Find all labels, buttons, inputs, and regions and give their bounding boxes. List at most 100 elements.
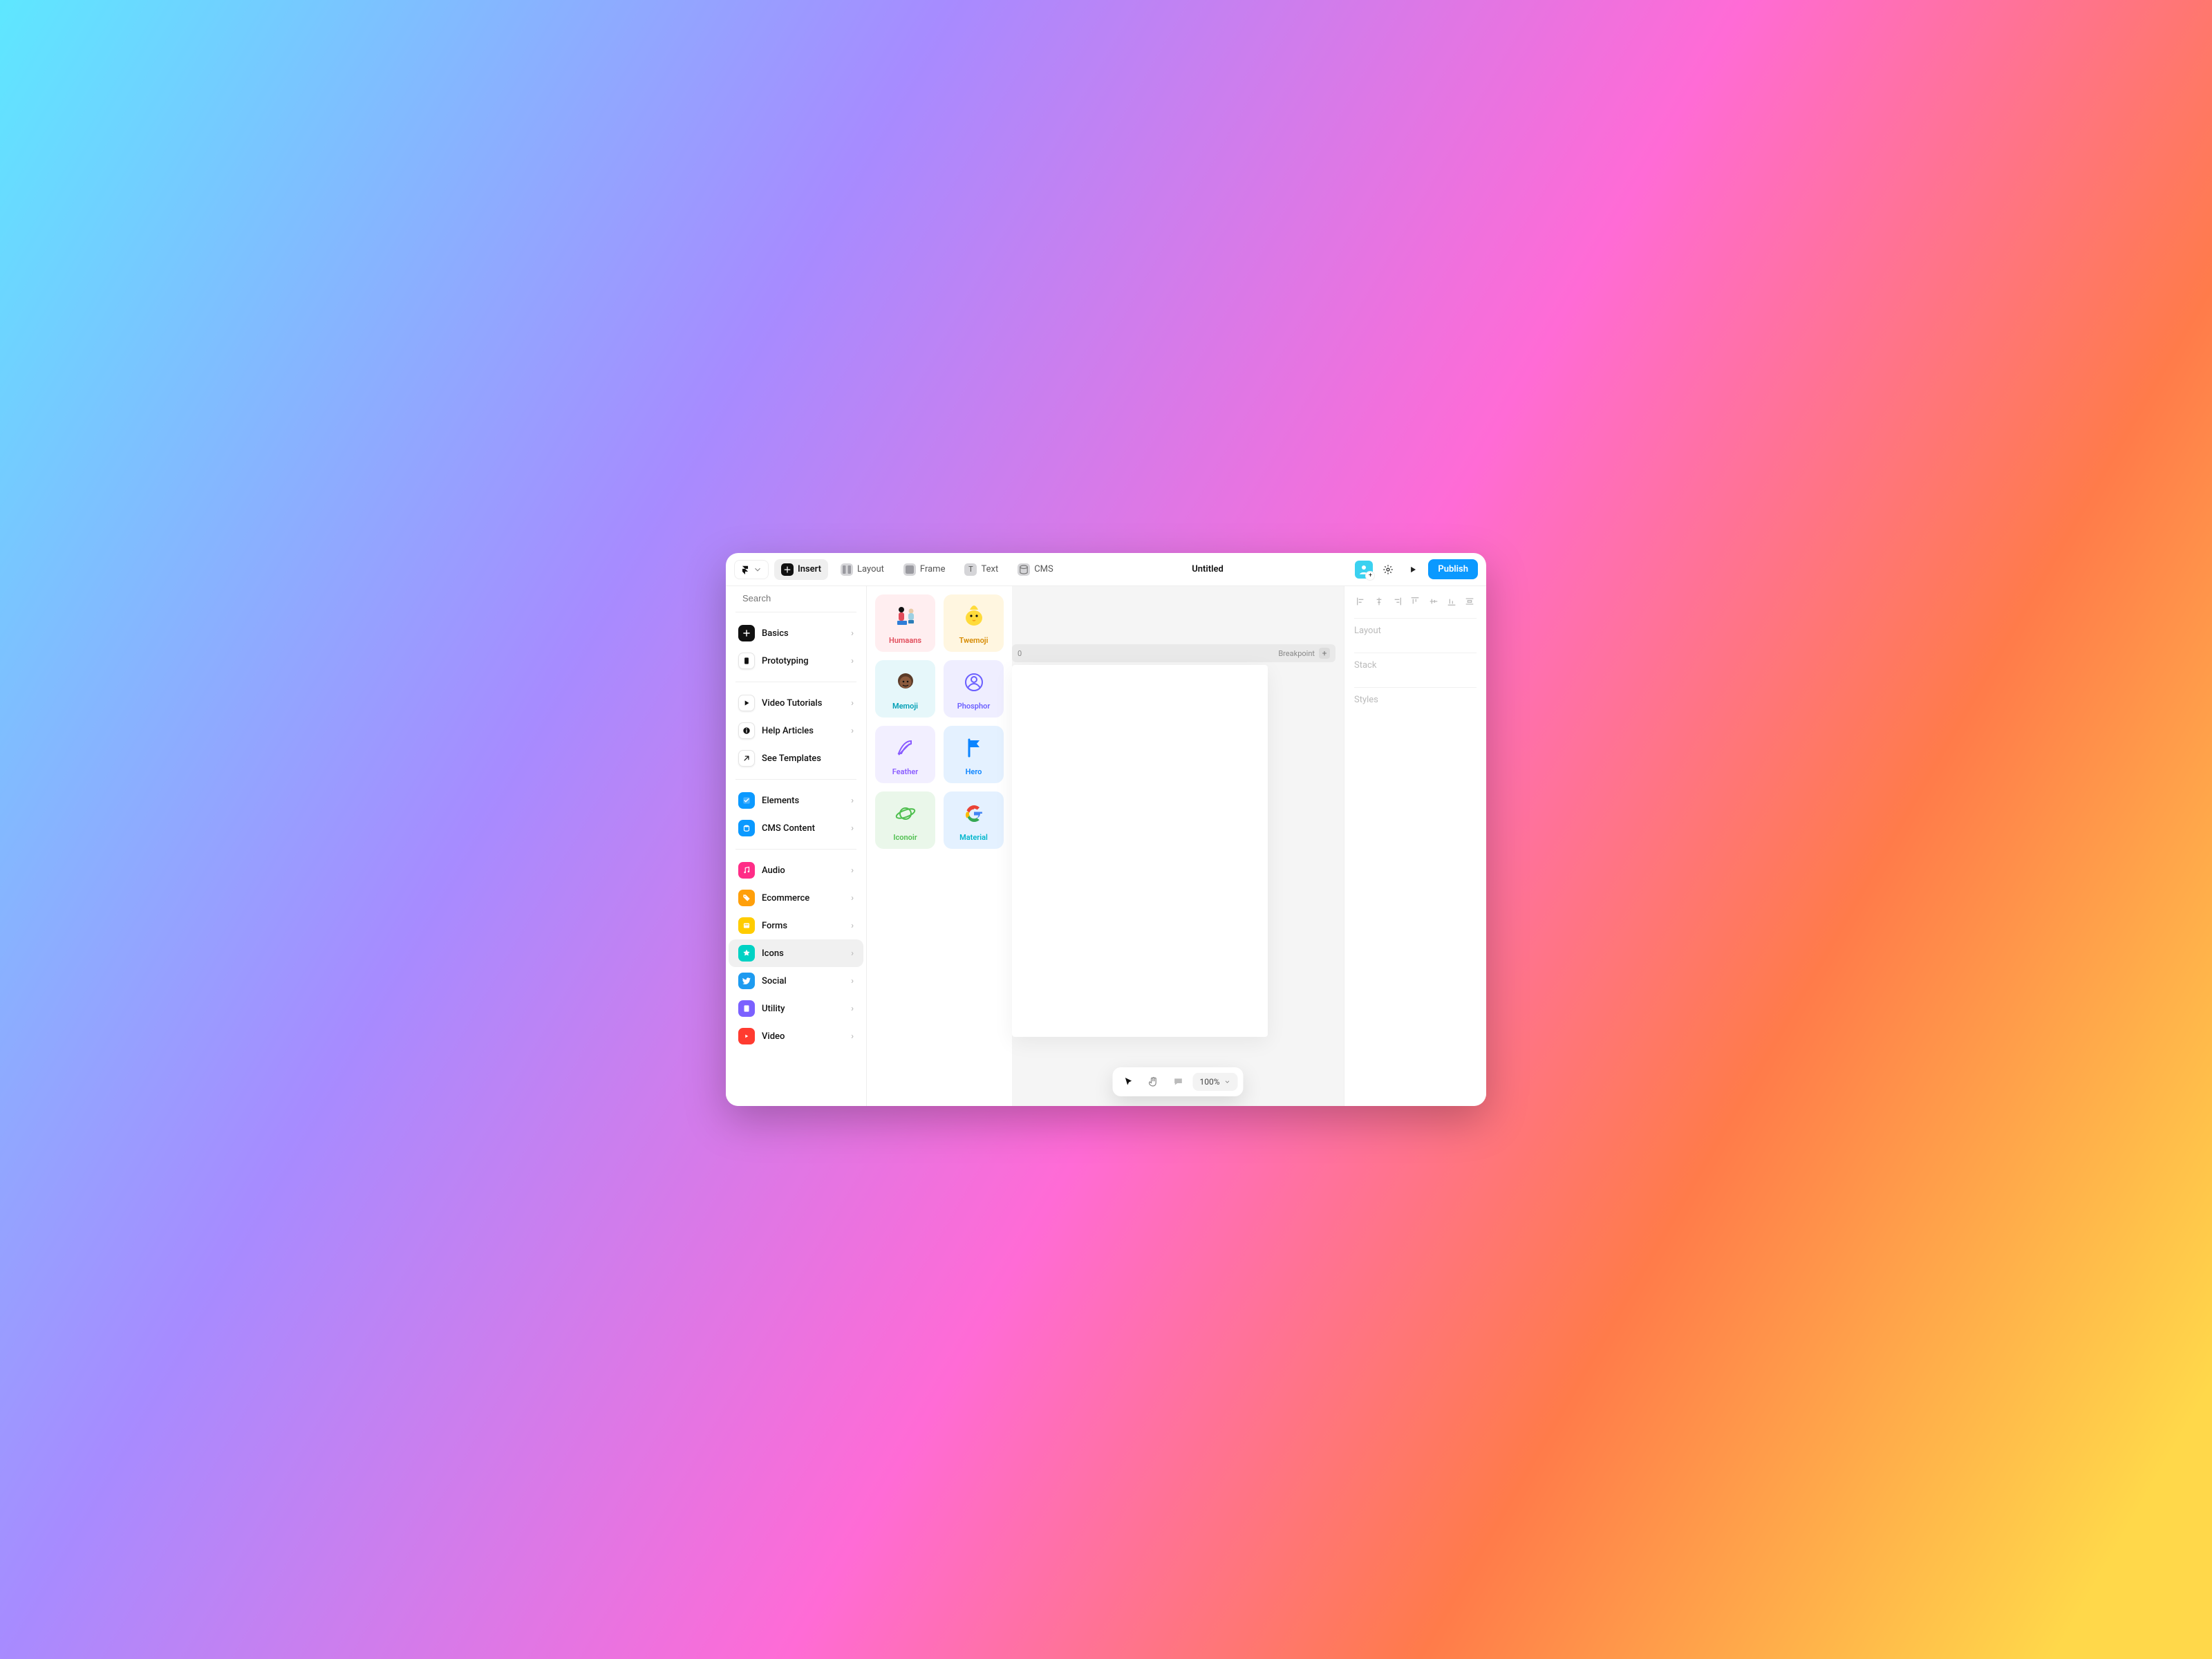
icon-pack-phosphor[interactable]: Phosphor	[944, 660, 1004, 718]
icon-pack-iconoir[interactable]: Iconoir	[875, 791, 935, 849]
align-h-center-button[interactable]	[1372, 594, 1386, 608]
sidebar-item-see-templates[interactable]: See Templates	[729, 744, 863, 772]
sidebar-item-social[interactable]: Social ›	[729, 967, 863, 995]
icon-pack-twemoji[interactable]: Twemoji	[944, 594, 1004, 652]
person-icon	[1358, 563, 1370, 576]
check-icon	[738, 792, 755, 809]
sidebar-item-forms[interactable]: Forms ›	[729, 912, 863, 939]
chevron-right-icon: ›	[851, 1004, 854, 1014]
tag-icon	[738, 890, 755, 906]
star-icon	[738, 945, 755, 962]
align-left-icon	[1356, 596, 1367, 607]
humaans-illustration-icon	[892, 603, 919, 630]
icon-pack-hero[interactable]: Hero	[944, 726, 1004, 783]
align-controls	[1354, 594, 1477, 608]
sidebar-item-label: Prototyping	[762, 656, 809, 666]
sidebar-item-video-tutorials[interactable]: Video Tutorials ›	[729, 689, 863, 717]
chevron-right-icon: ›	[851, 1031, 854, 1042]
icon-packs-panel: Humaans Twemoji Memoji	[867, 586, 1012, 1106]
add-breakpoint-button[interactable]: +	[1319, 648, 1330, 659]
inspector-section-layout[interactable]: Layout	[1354, 618, 1477, 643]
sidebar-item-audio[interactable]: Audio ›	[729, 856, 863, 884]
distribute-button[interactable]	[1463, 594, 1477, 608]
divider	[735, 779, 856, 780]
layout-icon	[841, 563, 853, 576]
layout-button[interactable]: Layout	[834, 559, 891, 580]
sidebar-item-help-articles[interactable]: Help Articles ›	[729, 717, 863, 744]
publish-button[interactable]: Publish	[1428, 559, 1478, 579]
inspector-section-stack[interactable]: Stack	[1354, 653, 1477, 677]
breakpoint-label: Breakpoint	[1278, 649, 1315, 658]
search-input[interactable]	[742, 593, 864, 603]
icon-pack-label: Memoji	[892, 702, 918, 711]
play-icon	[738, 695, 755, 711]
align-v-center-icon	[1428, 596, 1439, 607]
cms-button[interactable]: CMS	[1011, 559, 1060, 580]
align-top-button[interactable]	[1408, 594, 1422, 608]
insert-button[interactable]: ＋ Insert	[774, 559, 828, 580]
cursor-icon	[1123, 1076, 1134, 1087]
comment-icon	[1172, 1076, 1183, 1087]
sidebar-item-label: Basics	[762, 628, 789, 639]
inspector-section-styles[interactable]: Styles	[1354, 687, 1477, 712]
sidebar-item-prototyping[interactable]: Prototyping ›	[729, 647, 863, 675]
music-icon	[738, 862, 755, 879]
icon-pack-memoji[interactable]: Memoji	[875, 660, 935, 718]
chevron-down-icon	[753, 565, 762, 574]
align-v-center-button[interactable]	[1427, 594, 1441, 608]
align-bottom-button[interactable]	[1445, 594, 1459, 608]
document-title[interactable]: Untitled	[1192, 564, 1224, 574]
canvas[interactable]: 0 Breakpoint + 100%	[1012, 586, 1344, 1106]
insert-sidebar: Basics › Prototyping › Video Tutorials ›…	[726, 586, 867, 1106]
sidebar-item-icons[interactable]: Icons ›	[729, 939, 863, 967]
artboard-header[interactable]: 0 Breakpoint +	[1012, 644, 1335, 662]
settings-button[interactable]	[1378, 560, 1398, 579]
preview-button[interactable]	[1403, 560, 1423, 579]
sidebar-item-label: CMS Content	[762, 823, 815, 834]
memoji-face-icon	[892, 668, 919, 696]
inspector-section-label: Stack	[1354, 660, 1376, 671]
sidebar-item-ecommerce[interactable]: Ecommerce ›	[729, 884, 863, 912]
frame-button[interactable]: Frame	[897, 559, 953, 580]
sidebar-item-utility[interactable]: Utility ›	[729, 995, 863, 1022]
hand-tool-button[interactable]	[1143, 1071, 1163, 1092]
inspector-panel: Layout Stack Styles	[1344, 586, 1486, 1106]
layout-label: Layout	[857, 564, 884, 574]
sidebar-item-label: Help Articles	[762, 726, 814, 736]
align-h-center-icon	[1374, 596, 1385, 607]
sidebar-item-label: Forms	[762, 921, 787, 931]
gear-icon	[1382, 564, 1394, 575]
app-menu-button[interactable]	[734, 560, 769, 579]
twitter-icon	[738, 973, 755, 989]
artboard[interactable]	[1012, 665, 1268, 1037]
insert-label: Insert	[798, 564, 821, 574]
play-icon	[1408, 565, 1418, 574]
comment-tool-button[interactable]	[1168, 1071, 1188, 1092]
database-icon	[738, 820, 755, 836]
icon-pack-humaans[interactable]: Humaans	[875, 594, 935, 652]
chevron-down-icon	[1224, 1078, 1231, 1085]
sidebar-item-label: Video	[762, 1031, 785, 1042]
search-row[interactable]	[726, 586, 866, 610]
inspector-section-label: Styles	[1354, 695, 1378, 705]
align-left-button[interactable]	[1354, 594, 1368, 608]
align-right-button[interactable]	[1390, 594, 1404, 608]
align-right-icon	[1391, 596, 1403, 607]
text-button[interactable]: T Text	[957, 559, 1005, 580]
zoom-button[interactable]: 100%	[1192, 1073, 1237, 1091]
sidebar-item-elements[interactable]: Elements ›	[729, 787, 863, 814]
icon-pack-material[interactable]: Material	[944, 791, 1004, 849]
icon-pack-label: Hero	[966, 767, 982, 776]
sidebar-item-video[interactable]: Video ›	[729, 1022, 863, 1050]
chevron-right-icon: ›	[851, 823, 854, 834]
user-avatar[interactable]	[1355, 561, 1373, 579]
icon-pack-label: Humaans	[889, 636, 921, 645]
align-bottom-icon	[1446, 596, 1457, 607]
cms-icon	[1018, 563, 1030, 576]
topbar-right: Publish	[1355, 559, 1478, 579]
plus-icon	[738, 625, 755, 641]
cursor-tool-button[interactable]	[1118, 1071, 1138, 1092]
sidebar-item-cms-content[interactable]: CMS Content ›	[729, 814, 863, 842]
sidebar-item-basics[interactable]: Basics ›	[729, 619, 863, 647]
icon-pack-feather[interactable]: Feather	[875, 726, 935, 783]
